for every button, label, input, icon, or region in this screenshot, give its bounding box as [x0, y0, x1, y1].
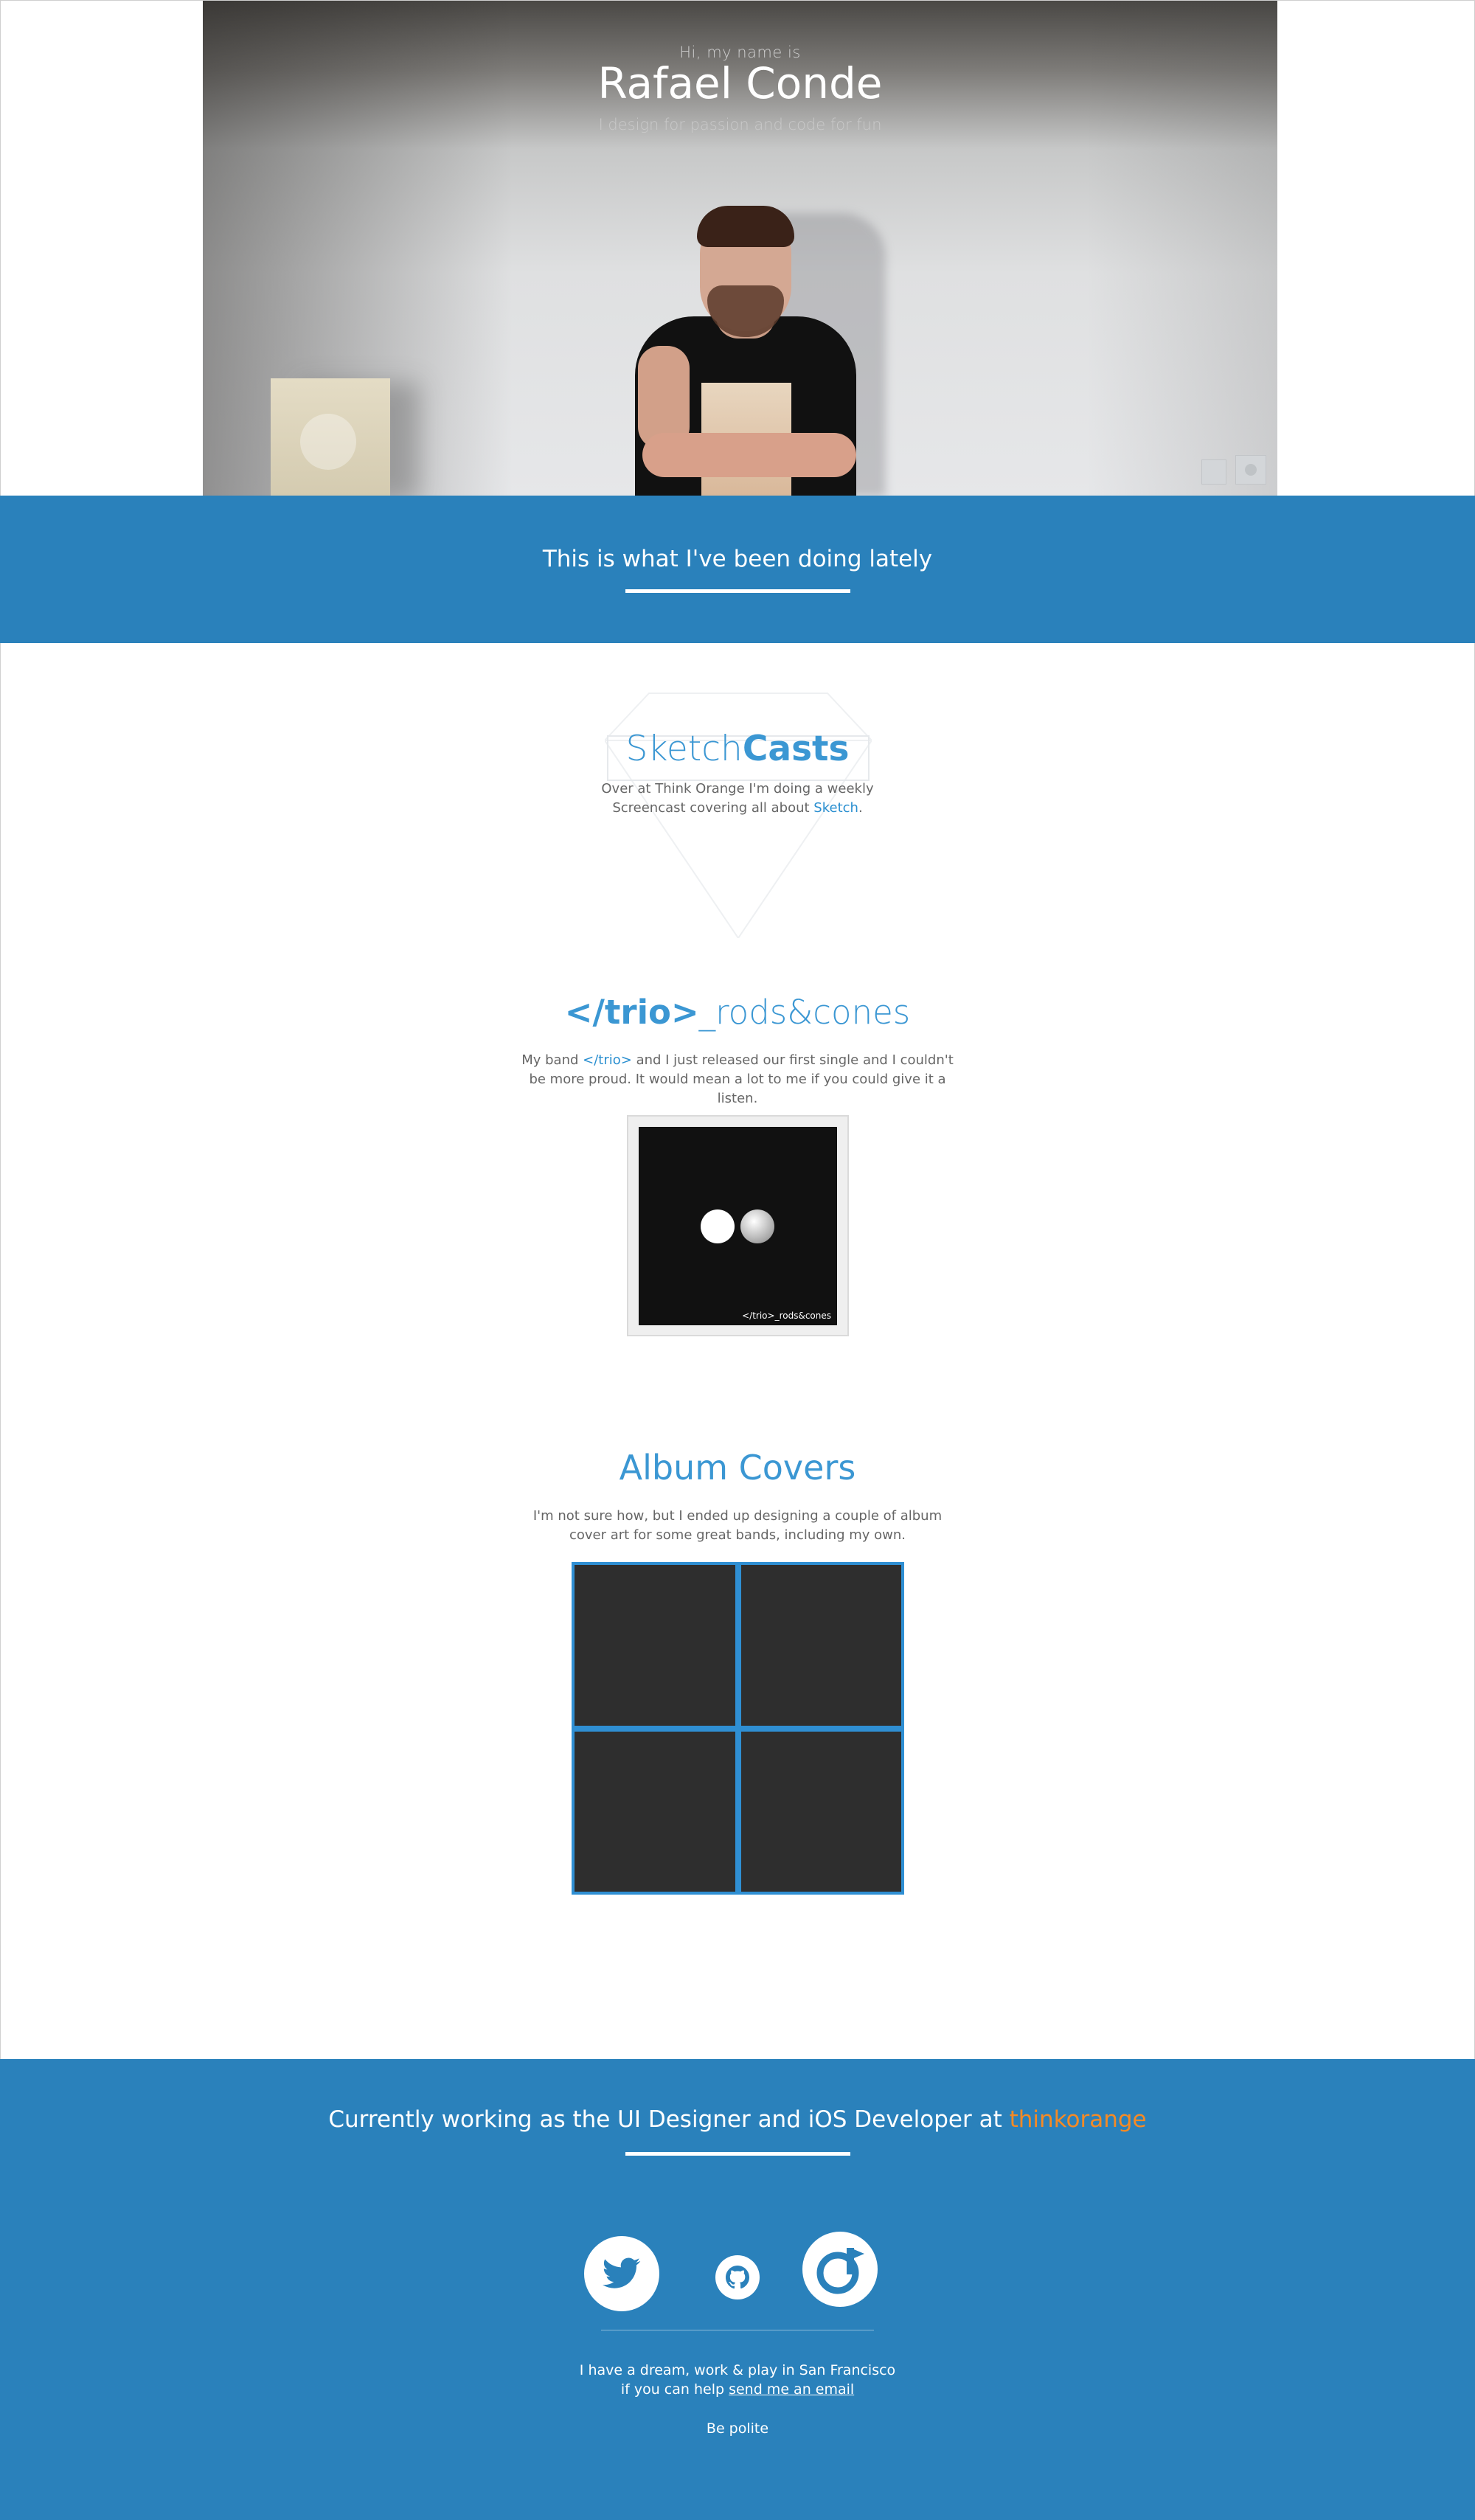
sketchcasts-title-bold: Casts [742, 729, 850, 769]
trio-description: My band </trio> and I just released our … [521, 1052, 954, 1106]
footer-dream-text: I have a dream, work & play in San Franc… [579, 2362, 896, 2378]
silver-circle-icon [740, 1209, 774, 1243]
sketchcasts-title[interactable]: SketchCasts [0, 729, 1475, 769]
album-covers-description: I'm not sure how, but I ended up designi… [532, 1508, 943, 1543]
single-cover-art[interactable]: </trio>_rods&cones [639, 1127, 837, 1325]
thinkorange-link[interactable]: thinkorange [1010, 2106, 1147, 2133]
footer: Currently working as the UI Designer and… [0, 2059, 1475, 2520]
twitter-icon[interactable] [584, 2236, 659, 2311]
send-email-link[interactable]: send me an email [729, 2381, 854, 2398]
footer-title: Currently working as the UI Designer and… [328, 2106, 1147, 2133]
single-cover-caption: </trio>_rods&cones [742, 1311, 831, 1321]
light-switch [1201, 459, 1226, 485]
trio-title[interactable]: </trio>_rods&cones [0, 993, 1475, 1032]
album-covers-title: Album Covers [619, 1448, 856, 1488]
sketch-link[interactable]: Sketch [813, 800, 858, 816]
sketchcasts-description: Over at Think Orange I'm doing a weekly … [601, 781, 874, 816]
dribbble-icon[interactable] [802, 2232, 878, 2307]
trio-title-light: _rods&cones [698, 993, 911, 1032]
footer-be-polite: Be polite [706, 2420, 769, 2437]
single-cover-frame[interactable]: </trio>_rods&cones [627, 1115, 849, 1336]
album-cover-tile[interactable] [740, 1565, 901, 1726]
album-covers-grid [572, 1562, 904, 1895]
footer-contact-text: if you can help send me an email [620, 2381, 855, 2398]
wall-box [271, 378, 390, 496]
hero-name: Rafael Conde [597, 58, 883, 108]
hero-photo: Hi, my name is Rafael Conde I design for… [203, 1, 1277, 496]
github-icon[interactable] [715, 2255, 760, 2299]
portrait-person [613, 198, 886, 496]
sketchcasts-title-light: Sketch [625, 729, 743, 769]
album-cover-tile[interactable] [575, 1731, 735, 1892]
hero-section: Hi, my name is Rafael Conde I design for… [0, 0, 1475, 496]
footer-underline [625, 2152, 850, 2156]
lately-underline [625, 589, 850, 593]
album-cover-tile[interactable] [740, 1731, 901, 1892]
hero-tagline: I design for passion and code for fun [598, 116, 882, 133]
lately-title: This is what I've been doing lately [542, 546, 933, 572]
wall-outlet [1235, 455, 1266, 485]
lately-banner: This is what I've been doing lately [0, 496, 1475, 643]
white-circle-icon [701, 1209, 735, 1243]
trio-title-bold: </trio> [564, 993, 699, 1032]
trio-band-link[interactable]: </trio> [583, 1052, 632, 1068]
album-cover-tile[interactable] [575, 1565, 735, 1726]
